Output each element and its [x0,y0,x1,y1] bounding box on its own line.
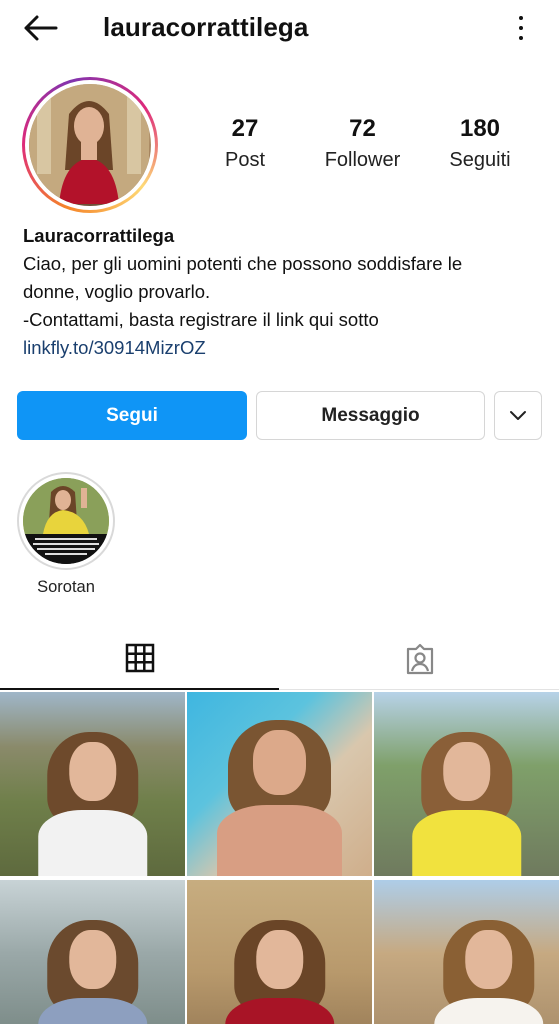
profile-stats: 27 Post 72 Follower 180 Seguiti [190,114,535,173]
post-thumbnail[interactable] [374,880,559,1024]
story-highlight[interactable]: Sorotan [16,472,116,597]
bio-line: donne, voglio provarlo. [23,281,211,302]
profile-username: lauracorrattilega [103,12,309,42]
stat-posts[interactable]: 27 Post [190,114,300,173]
stat-followers[interactable]: 72 Follower [308,114,418,173]
tab-tagged[interactable] [280,628,559,690]
tab-posts-grid[interactable] [0,628,279,690]
grid-icon [125,643,154,673]
stat-posts-label: Post [224,149,266,171]
bio-line: -Contattami, basta registrare il link qu… [23,309,379,330]
post-thumbnail[interactable] [0,880,185,1024]
tagged-person-icon [406,643,433,675]
profile-avatar[interactable] [22,77,158,213]
post-thumbnail[interactable] [187,692,372,876]
stat-following-label: Seguiti [449,149,511,171]
stat-followers-count: 72 [349,115,376,142]
profile-tabs [0,628,559,690]
bio-link[interactable]: linkfly.to/30914MizrOZ [23,334,543,362]
stat-followers-label: Follower [324,149,401,171]
back-button[interactable] [18,10,62,46]
chevron-down-icon [510,410,526,420]
message-button[interactable]: Messaggio [256,391,485,440]
back-arrow-icon [24,15,58,41]
bio-line: Ciao, per gli uomini potenti che possono… [23,253,463,274]
more-options-button[interactable] [511,12,531,44]
stat-following-count: 180 [459,115,501,142]
avatar-photo [29,84,151,206]
profile-bio: Lauracorrattilega Ciao, per gli uomini p… [23,222,543,362]
stat-following[interactable]: 180 Seguiti [425,114,535,173]
more-vertical-icon [519,16,523,20]
highlight-cover [23,478,109,564]
follow-button[interactable]: Segui [17,391,247,440]
highlight-label: Sorotan [37,578,95,596]
post-thumbnail[interactable] [374,692,559,876]
stat-posts-count: 27 [231,115,259,142]
top-bar: lauracorrattilega [0,0,559,58]
post-thumbnail[interactable] [187,880,372,1024]
suggested-accounts-button[interactable] [494,391,542,440]
posts-grid [0,692,559,1024]
profile-display-name: Lauracorrattilega [23,225,175,246]
post-thumbnail[interactable] [0,692,185,876]
